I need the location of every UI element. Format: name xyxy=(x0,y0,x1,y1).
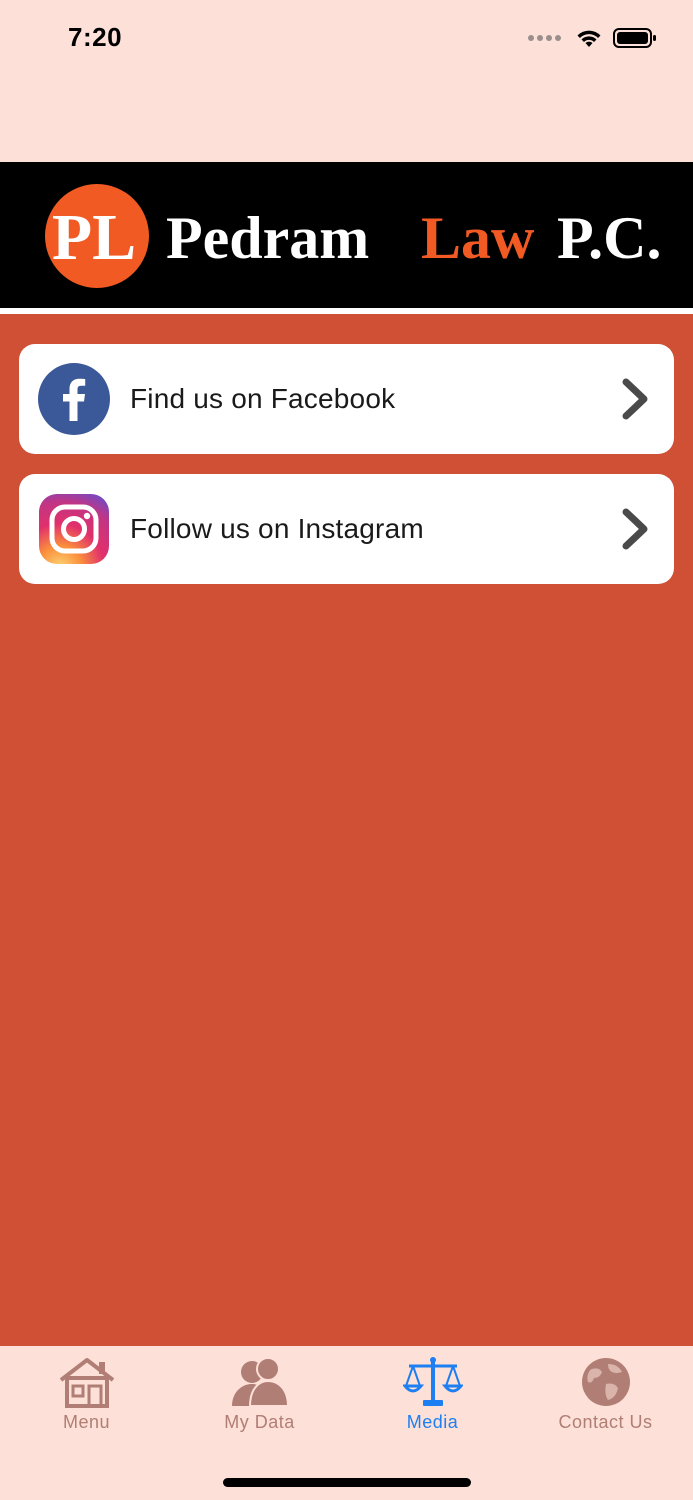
chevron-right-icon xyxy=(622,508,648,550)
status-time: 7:20 xyxy=(68,22,123,52)
logo-word-pc: P.C. xyxy=(557,205,662,271)
battery-icon xyxy=(613,28,656,48)
facebook-icon xyxy=(38,363,110,435)
wifi-icon xyxy=(577,30,601,47)
globe-icon xyxy=(581,1358,630,1406)
tab-bar: Menu My Data Media Contact Us xyxy=(0,1346,693,1500)
tab-menu[interactable]: Menu xyxy=(0,1346,173,1446)
tab-contact-us-label: Contact Us xyxy=(558,1412,653,1432)
instagram-link-label: Follow us on Instagram xyxy=(130,513,424,544)
logo-monogram: PL xyxy=(52,201,136,274)
tab-my-data[interactable]: My Data xyxy=(173,1346,346,1446)
pl-monogram-logo-icon: PL xyxy=(45,184,149,288)
people-icon xyxy=(231,1357,289,1407)
tab-media[interactable]: Media xyxy=(346,1346,519,1446)
status-icons xyxy=(528,24,657,52)
tab-media-label: Media xyxy=(406,1412,459,1432)
status-bar: 7:20 xyxy=(0,0,693,80)
signal-dots-icon xyxy=(528,35,561,41)
instagram-link-card[interactable]: Follow us on Instagram xyxy=(19,474,674,584)
media-links-panel: Find us on Facebook Follow us on Instagr… xyxy=(0,314,693,1346)
tab-contact-us[interactable]: Contact Us xyxy=(519,1346,692,1446)
facebook-link-card[interactable]: Find us on Facebook xyxy=(19,344,674,454)
logo-word-pedram: Pedram xyxy=(166,205,370,271)
tab-menu-label: Menu xyxy=(62,1412,111,1432)
home-indicator xyxy=(223,1478,471,1487)
house-icon xyxy=(59,1358,114,1408)
tab-my-data-label: My Data xyxy=(224,1412,295,1432)
logo-word-law: Law xyxy=(421,205,535,271)
chevron-right-icon xyxy=(622,378,648,420)
scales-icon xyxy=(402,1357,463,1406)
instagram-icon xyxy=(39,494,109,564)
facebook-link-label: Find us on Facebook xyxy=(130,383,396,414)
